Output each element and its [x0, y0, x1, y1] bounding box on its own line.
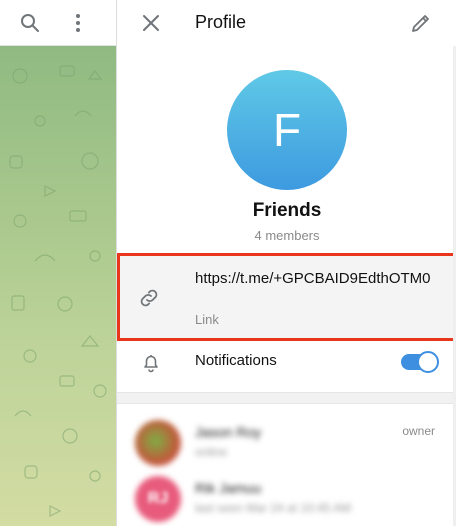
- chat-wallpaper: [0, 46, 116, 526]
- member-row[interactable]: Jason Roy online owner: [117, 414, 456, 470]
- members-count: 4 members: [254, 228, 320, 243]
- search-icon[interactable]: [18, 11, 42, 35]
- profile-panel: Profile F Friends 4 members https://t.me…: [116, 0, 456, 526]
- member-role: owner: [402, 424, 435, 438]
- toggle-knob: [417, 351, 439, 373]
- notifications-toggle[interactable]: [401, 351, 439, 373]
- edit-pencil-icon[interactable]: [409, 11, 433, 35]
- member-avatar: [135, 420, 181, 466]
- close-icon[interactable]: [139, 11, 163, 35]
- member-status: online: [195, 445, 228, 459]
- member-row[interactable]: RJ Rik Jamuu last seen Mar 24 at 10:45 A…: [117, 470, 456, 526]
- invite-link-url[interactable]: https://t.me/+GPCBAID9EdthOTM0: [195, 268, 435, 289]
- invite-link-row[interactable]: https://t.me/+GPCBAID9EdthOTM0 Link: [117, 254, 456, 340]
- chat-topbar: [0, 0, 116, 46]
- link-icon: [137, 286, 161, 310]
- chat-area: [0, 0, 116, 526]
- member-initials: RJ: [147, 490, 169, 507]
- avatar-letter: F: [272, 104, 302, 156]
- group-name: Friends: [252, 200, 322, 221]
- notifications-row[interactable]: Notifications: [117, 342, 456, 382]
- notifications-label: Notifications: [195, 352, 277, 369]
- member-status: last seen Mar 24 at 10:45 AM: [195, 501, 352, 515]
- wallpaper-pattern: [9, 65, 107, 517]
- profile-header: Profile: [117, 0, 456, 46]
- invite-link-caption: Link: [195, 312, 219, 327]
- section-divider: [117, 392, 456, 404]
- member-name: Rik Jamuu: [195, 480, 262, 496]
- bell-icon: [139, 350, 163, 374]
- more-vertical-icon[interactable]: [66, 11, 90, 35]
- group-avatar[interactable]: F: [227, 70, 347, 190]
- page-title: Profile: [195, 12, 247, 32]
- member-name: Jason Roy: [195, 424, 262, 440]
